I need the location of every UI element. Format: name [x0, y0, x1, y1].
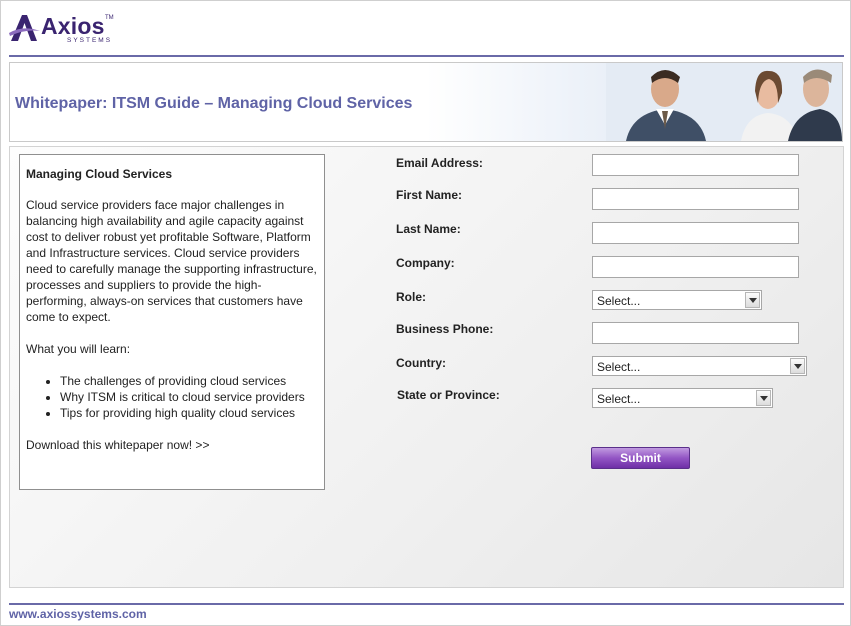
registration-form: Email Address: First Name: Last Name: Co…: [10, 147, 843, 587]
role-label: Role:: [396, 290, 426, 304]
last-name-label: Last Name:: [396, 222, 461, 236]
chevron-down-icon[interactable]: [756, 390, 771, 406]
logo-trademark: TM: [105, 15, 114, 21]
axios-logo[interactable]: Axios TM SYSTEMS: [9, 11, 129, 47]
header-divider: [9, 55, 844, 57]
last-name-field[interactable]: [592, 222, 799, 244]
country-select-value: Select...: [597, 360, 641, 374]
page-title: Whitepaper: ITSM Guide – Managing Cloud …: [15, 95, 413, 112]
footer-link[interactable]: www.axiossystems.com: [9, 607, 147, 621]
email-field[interactable]: [592, 154, 799, 176]
state-select[interactable]: Select...: [592, 388, 773, 408]
business-phone-label: Business Phone:: [396, 322, 494, 336]
first-name-field[interactable]: [592, 188, 799, 210]
banner: Whitepaper: ITSM Guide – Managing Cloud …: [9, 62, 843, 142]
axios-logo-mark-icon: [9, 15, 40, 41]
country-label: Country:: [396, 356, 446, 370]
main-content: Managing Cloud Services Cloud service pr…: [9, 146, 844, 588]
submit-button[interactable]: Submit: [591, 447, 690, 469]
chevron-down-icon[interactable]: [790, 358, 805, 374]
first-name-label: First Name:: [396, 188, 463, 202]
email-label: Email Address:: [396, 156, 483, 170]
footer-divider: [9, 603, 844, 605]
role-select[interactable]: Select...: [592, 290, 762, 310]
banner-people-photo: [606, 63, 842, 141]
business-phone-field[interactable]: [592, 322, 799, 344]
chevron-down-icon[interactable]: [745, 292, 760, 308]
company-label: Company:: [396, 256, 455, 270]
role-select-value: Select...: [597, 294, 641, 308]
logo-tagline: SYSTEMS: [67, 37, 113, 44]
state-label: State or Province:: [397, 388, 500, 402]
country-select[interactable]: Select...: [592, 356, 807, 376]
state-select-value: Select...: [597, 392, 641, 406]
logo-wordmark: Axios: [41, 13, 105, 39]
page-frame: Axios TM SYSTEMS Whitepaper: ITSM Guide …: [0, 0, 851, 626]
company-field[interactable]: [592, 256, 799, 278]
